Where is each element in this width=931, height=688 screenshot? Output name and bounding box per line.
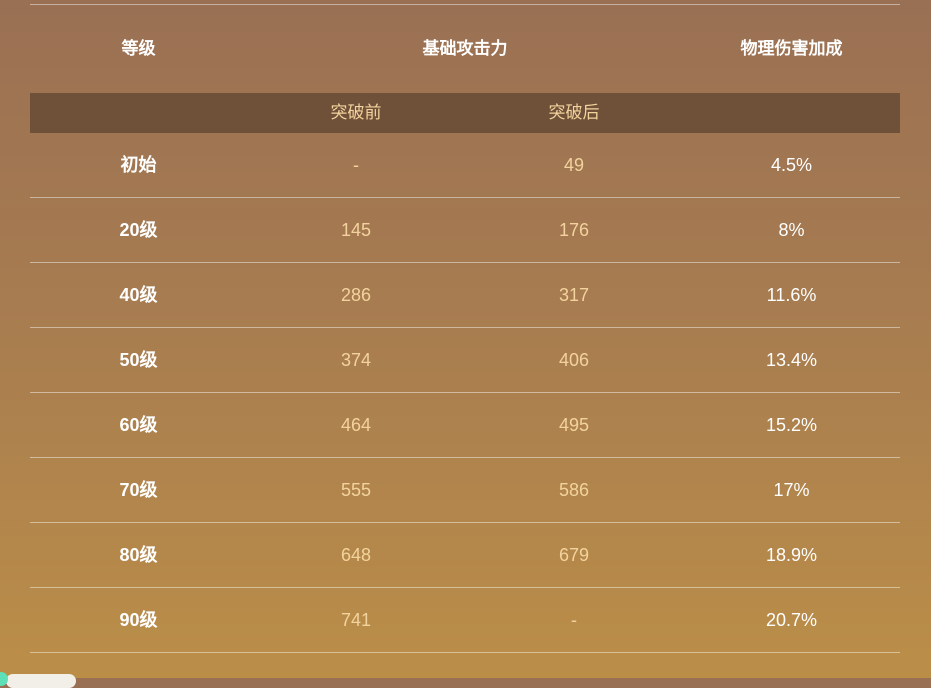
stats-table: 等级 基础攻击力 物理伤害加成 突破前 突破后 初始 - 49 4.5% 20级…	[30, 4, 900, 653]
cell-after: 406	[558, 350, 590, 370]
cell-level: 40级	[119, 285, 158, 305]
cell-after: 176	[558, 220, 590, 240]
cell-physical-bonus: 15.2%	[765, 415, 818, 435]
header-level: 等级	[121, 39, 156, 58]
cell-after: 495	[558, 415, 590, 435]
table-row: 70级 555 586 17%	[30, 458, 900, 523]
table-row: 50级 374 406 13.4%	[30, 328, 900, 393]
cell-physical-bonus: 13.4%	[765, 350, 818, 370]
cell-after: 679	[558, 545, 590, 565]
subheader-before-ascension: 突破前	[330, 103, 382, 122]
cell-before: 374	[340, 350, 372, 370]
cell-physical-bonus: 18.9%	[765, 545, 818, 565]
cell-after: -	[571, 610, 577, 630]
corner-decoration	[6, 674, 76, 688]
table-row: 初始 - 49 4.5%	[30, 133, 900, 198]
table-row: 20级 145 176 8%	[30, 198, 900, 263]
cell-level: 80级	[119, 545, 158, 565]
cell-before: -	[353, 155, 359, 175]
cell-level: 60级	[119, 415, 158, 435]
cell-after: 317	[558, 285, 590, 305]
table-header: 等级 基础攻击力 物理伤害加成	[30, 5, 900, 93]
cell-physical-bonus: 11.6%	[766, 285, 817, 305]
cell-before: 464	[340, 415, 372, 435]
cell-before: 741	[340, 610, 372, 630]
table-row: 60级 464 495 15.2%	[30, 393, 900, 458]
cell-level: 90级	[119, 610, 158, 630]
table-row: 80级 648 679 18.9%	[30, 523, 900, 588]
cell-level: 初始	[120, 155, 157, 175]
table-subheader: 突破前 突破后	[30, 93, 900, 133]
cell-before: 555	[340, 480, 372, 500]
cell-level: 50级	[119, 350, 158, 370]
header-physical-bonus: 物理伤害加成	[740, 39, 843, 58]
subheader-after-ascension: 突破后	[548, 103, 600, 122]
cell-physical-bonus: 20.7%	[765, 610, 818, 630]
cell-after: 49	[563, 155, 585, 175]
cell-before: 286	[340, 285, 372, 305]
header-base-attack: 基础攻击力	[422, 39, 508, 58]
cell-before: 648	[340, 545, 372, 565]
cell-physical-bonus: 4.5%	[770, 155, 813, 175]
cell-physical-bonus: 8%	[778, 220, 805, 240]
cell-level: 70级	[119, 480, 158, 500]
cell-after: 586	[558, 480, 590, 500]
table-row: 90级 741 - 20.7%	[30, 588, 900, 653]
table-row: 40级 286 317 11.6%	[30, 263, 900, 328]
cell-before: 145	[340, 220, 372, 240]
cell-level: 20级	[119, 220, 158, 240]
cell-physical-bonus: 17%	[773, 480, 810, 500]
